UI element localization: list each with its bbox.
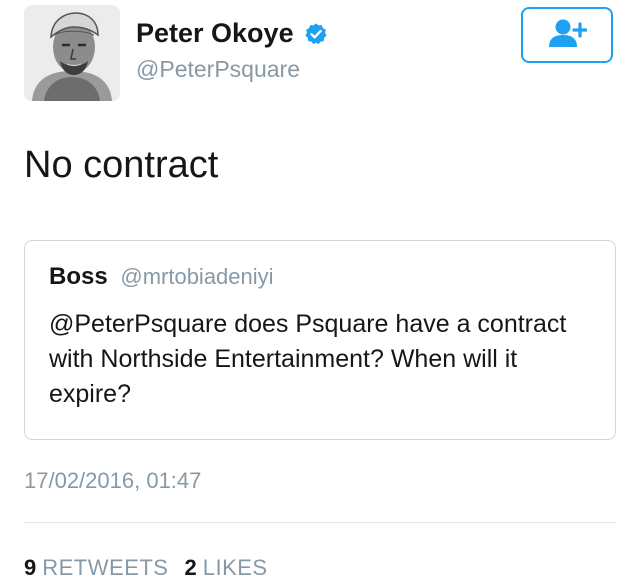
quoted-tweet-header: Boss @mrtobiadeniyi: [49, 263, 274, 291]
quoted-tweet-text: @PeterPsquare does Psquare have a contra…: [49, 310, 567, 408]
divider: [24, 522, 616, 523]
quoted-tweet-card[interactable]: Boss @mrtobiadeniyi @PeterPsquare does P…: [24, 240, 616, 440]
avatar-portrait-image: [24, 5, 120, 101]
likes-count: 2: [184, 555, 197, 580]
author-name[interactable]: Peter Okoye: [136, 18, 294, 49]
retweets-count: 9: [24, 555, 37, 580]
quoted-author-handle: @mrtobiadeniyi: [120, 264, 274, 289]
tweet-stats: 9 RETWEETS 2 LIKES: [24, 555, 268, 581]
likes-label: LIKES: [202, 555, 268, 580]
author-name-row[interactable]: Peter Okoye: [136, 18, 328, 49]
likes-stat[interactable]: 2 LIKES: [184, 555, 267, 581]
tweet-timestamp[interactable]: 17/02/2016, 01:47: [24, 468, 201, 494]
verified-badge-icon: [304, 22, 328, 46]
avatar[interactable]: [24, 5, 120, 101]
tweet-text: No contract: [24, 144, 219, 186]
retweets-stat[interactable]: 9 RETWEETS: [24, 555, 168, 581]
follow-button[interactable]: [521, 7, 613, 63]
quoted-author-name: Boss: [49, 263, 108, 290]
retweets-label: RETWEETS: [42, 555, 169, 580]
add-user-icon: [547, 17, 588, 54]
author-handle[interactable]: @PeterPsquare: [136, 56, 300, 83]
